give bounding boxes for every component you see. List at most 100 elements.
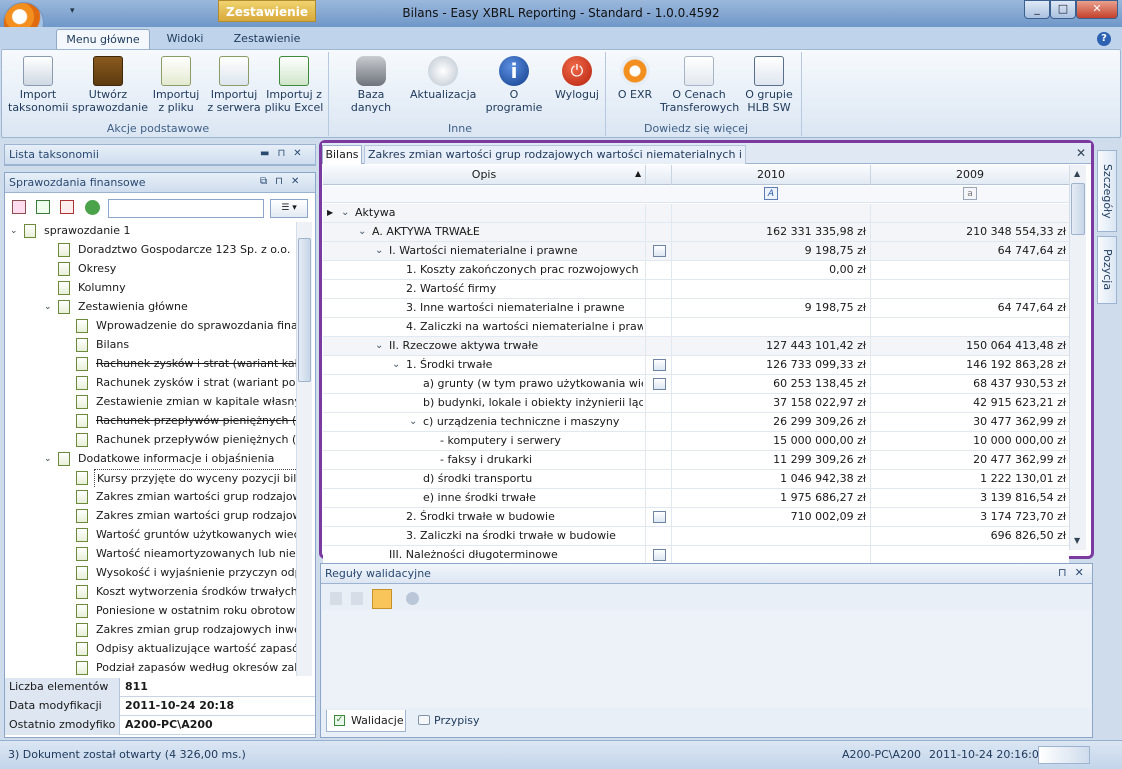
grid-row[interactable]: 4. Zaliczki na wartości niematerialne i … — [323, 318, 1069, 337]
validation-panel-controls-icon[interactable]: ⊓✕ — [1058, 566, 1092, 579]
grid-row[interactable]: ▶ ⌄ Aktywa — [323, 204, 1069, 223]
validation-tool-1-icon[interactable] — [330, 592, 342, 605]
value-2009[interactable]: 696 826,50 zł — [870, 527, 1066, 546]
update-button[interactable]: Aktualizacja — [410, 54, 476, 101]
report-delete-icon[interactable] — [60, 200, 74, 214]
note-icon[interactable] — [653, 359, 666, 371]
grid-row[interactable]: 2. Wartość firmy — [323, 280, 1069, 299]
about-button[interactable]: iO programie — [480, 54, 548, 114]
value-2010[interactable]: 26 299 309,26 zł — [671, 413, 866, 432]
expand-icon[interactable]: ⌄ — [375, 337, 383, 355]
grid-row[interactable]: ⌄ c) urządzenia techniczne i maszyny 26 29… — [323, 413, 1069, 432]
help-icon[interactable]: ? — [1097, 32, 1111, 46]
report-add-icon[interactable] — [36, 200, 50, 214]
grid-row[interactable]: ⌄ A. AKTYWA TRWAŁE 162 331 335,98 zł 210 34… — [323, 223, 1069, 242]
grid-row[interactable]: d) środki transportu 1 046 942,38 zł 1 222… — [323, 470, 1069, 489]
minimize-button[interactable]: _ — [1024, 0, 1050, 19]
tree-item[interactable]: Rachunek zysków i strat (wariant kalkula… — [8, 355, 296, 374]
grid-row[interactable]: ⌄ 1. Środki trwałe 126 733 099,33 zł 146 19… — [323, 356, 1069, 375]
tree-item[interactable]: ⌄ Zestawienia główne — [8, 298, 296, 317]
report-tool-1-icon[interactable] — [12, 200, 26, 214]
maximize-button[interactable]: □ — [1050, 0, 1076, 19]
value-2009[interactable]: 150 064 413,48 zł — [870, 337, 1066, 356]
value-2009[interactable]: 3 174 723,70 zł — [870, 508, 1066, 527]
value-2010[interactable]: 1 046 942,38 zł — [671, 470, 866, 489]
close-doc-icon[interactable]: ✕ — [1076, 146, 1086, 160]
tree-item[interactable]: Podział zapasów według okresów zalega... — [8, 659, 296, 676]
note-icon[interactable] — [653, 549, 666, 561]
tree-item[interactable]: Kursy przyjęte do wyceny pozycji bilansu… — [8, 469, 296, 488]
value-2010[interactable]: 1 975 686,27 zł — [671, 489, 866, 508]
side-tab-pozycja[interactable]: Pozycja — [1097, 236, 1117, 304]
value-2010[interactable]: 60 253 138,45 zł — [671, 375, 866, 394]
expand-icon[interactable]: ⌄ — [409, 413, 417, 431]
reports-panel-controls-icon[interactable]: ⧉⊓✕ — [260, 176, 307, 187]
col-opis[interactable]: Opis — [323, 165, 645, 185]
tree-item[interactable]: Koszt wytworzenia środków trwałych w ... — [8, 583, 296, 602]
validation-info-icon[interactable] — [406, 592, 419, 605]
value-2009[interactable]: 210 348 554,33 zł — [870, 223, 1066, 242]
close-window-button[interactable]: ✕ — [1076, 0, 1118, 19]
tree-item[interactable]: Rachunek zysków i strat (wariant porów..… — [8, 374, 296, 393]
transfer-pricing-button[interactable]: O Cenach Transferowych — [660, 54, 739, 114]
text-style-icon-2009[interactable]: a — [963, 187, 977, 200]
collapse-icon[interactable]: ⌄ — [44, 450, 52, 468]
value-2010[interactable]: 710 002,09 zł — [671, 508, 866, 527]
import-taxonomy-button[interactable]: Import taksonomii — [8, 54, 68, 114]
expand-icon[interactable]: ⌄ — [358, 223, 366, 241]
tree-item[interactable]: Zakres zmian wartości grup rodzajowych .… — [8, 488, 296, 507]
value-2009[interactable]: 10 000 000,00 zł — [870, 432, 1066, 451]
value-2010[interactable]: 11 299 309,26 zł — [671, 451, 866, 470]
grid-row[interactable]: 3. Inne wartości niematerialne i prawne 9… — [323, 299, 1069, 318]
text-style-icon[interactable]: A — [764, 187, 778, 200]
value-2010[interactable]: 9 198,75 zł — [671, 299, 866, 318]
tree-item[interactable]: Wprowadzenie do sprawozdania finanso... — [8, 317, 296, 336]
tree-item[interactable]: Zestawienie zmian w kapitale własnym — [8, 393, 296, 412]
tab-zestawienie[interactable]: Zestawienie — [226, 29, 308, 50]
value-2009[interactable]: 1 222 130,01 zł — [870, 470, 1066, 489]
expand-icon[interactable]: ⌄ — [392, 356, 400, 374]
tree-item[interactable]: Wartość gruntów użytkowanych wieczyście — [8, 526, 296, 545]
value-2009[interactable]: 42 915 623,21 zł — [870, 394, 1066, 413]
note-icon[interactable] — [653, 378, 666, 390]
value-2009[interactable] — [870, 261, 1066, 280]
tree-item[interactable]: ⌄ Dodatkowe informacje i objaśnienia — [8, 450, 296, 469]
tree-scroll-thumb[interactable] — [298, 238, 311, 382]
import-server-button[interactable]: Importuj z serwera — [206, 54, 262, 114]
scroll-up-icon[interactable]: ▲ — [1074, 169, 1080, 178]
value-2009[interactable]: 64 747,64 zł — [870, 299, 1066, 318]
doc-tab-zakres[interactable]: Zakres zmian wartości grup rodzajowych w… — [364, 145, 746, 178]
value-2010[interactable]: 0,00 zł — [671, 261, 866, 280]
value-2010[interactable] — [671, 280, 866, 299]
value-2009[interactable]: 30 477 362,99 zł — [870, 413, 1066, 432]
grid-row[interactable]: ⌄ I. Wartości niematerialne i prawne 9 198… — [323, 242, 1069, 261]
collapse-icon[interactable]: ⌄ — [10, 222, 18, 240]
import-excel-button[interactable]: Importuj z pliku Excel — [264, 54, 324, 114]
tree-item[interactable]: Rachunek przepływów pieniężnych (met... — [8, 412, 296, 431]
grid-row[interactable]: - komputery i serwery 15 000 000,00 zł 10 … — [323, 432, 1069, 451]
tree-item[interactable]: Wartość nieamortyzowanych lub nieumar... — [8, 545, 296, 564]
hlb-group-button[interactable]: O grupie HLB SW — [740, 54, 798, 114]
tree-item[interactable]: Bilans — [8, 336, 296, 355]
grid-row[interactable]: a) grunty (w tym prawo użytkowania wie..… — [323, 375, 1069, 394]
logout-button[interactable]: ⏻ Wyloguj — [552, 54, 602, 101]
value-2010[interactable] — [671, 204, 866, 223]
tree-item[interactable]: Doradztwo Gospodarcze 123 Sp. z o.o. — [8, 241, 296, 260]
collapse-icon[interactable]: ⌄ — [44, 298, 52, 316]
doc-tab-bilans[interactable]: Bilans — [322, 145, 362, 164]
value-2009[interactable] — [870, 280, 1066, 299]
value-2010[interactable] — [671, 527, 866, 546]
tree-item[interactable]: ⌄ sprawozdanie 1 — [8, 222, 296, 241]
value-2010[interactable]: 126 733 099,33 zł — [671, 356, 866, 375]
value-2010[interactable]: 37 158 022,97 zł — [671, 394, 866, 413]
tab-widoki[interactable]: Widoki — [158, 29, 212, 50]
expand-icon[interactable]: ⌄ — [375, 242, 383, 260]
import-file-button[interactable]: Importuj z pliku — [148, 54, 204, 114]
tree-item[interactable]: Kolumny — [8, 279, 296, 298]
grid-scrollbar[interactable]: ▲ ▼ — [1069, 165, 1086, 550]
value-2010[interactable] — [671, 318, 866, 337]
value-2009[interactable]: 146 192 863,28 zł — [870, 356, 1066, 375]
value-2010[interactable]: 162 331 335,98 zł — [671, 223, 866, 242]
note-icon[interactable] — [653, 511, 666, 523]
panel-controls-icon[interactable]: ▬⊓✕ — [260, 148, 310, 159]
